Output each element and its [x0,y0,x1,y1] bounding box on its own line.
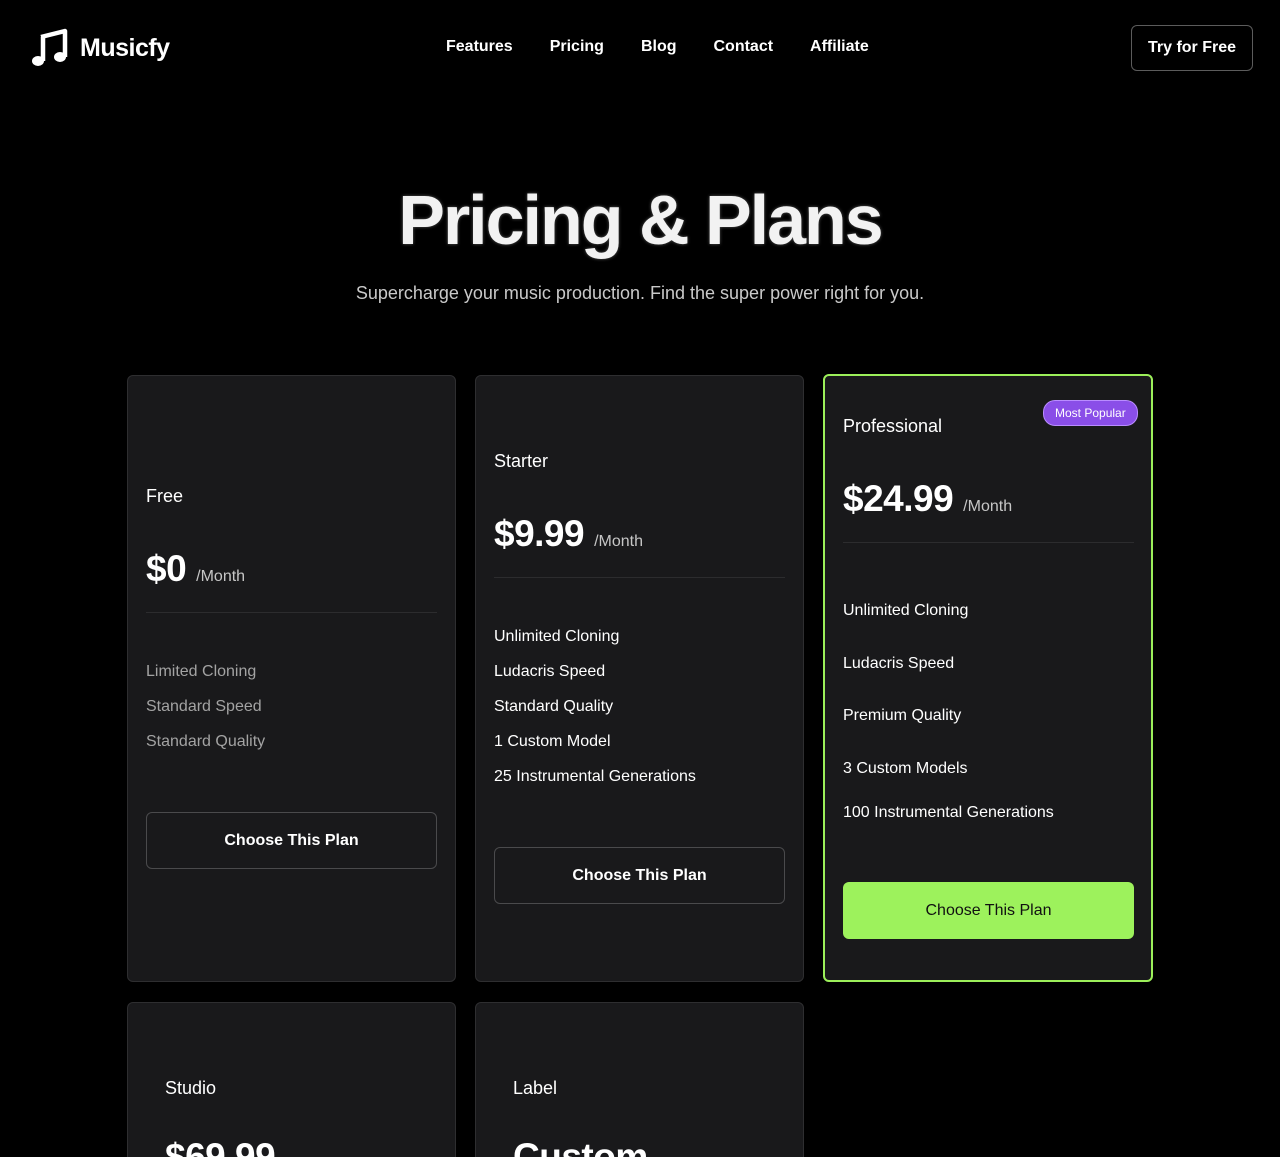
divider [843,542,1134,543]
plan-price-row: $9.99 /Month [494,513,643,555]
brand-logo[interactable]: Musicfy [30,28,170,68]
feature-list: Unlimited Cloning Ludacris Speed Standar… [494,628,696,803]
plan-price: $24.99 [843,478,954,519]
nav-features[interactable]: Features [446,38,513,56]
nav-affiliate[interactable]: Affiliate [810,38,869,56]
feature-item: Limited Cloning [146,663,257,680]
plan-name: Label [513,1078,558,1098]
plan-name: Starter [494,451,549,471]
plan-card-studio: Studio $69.99 [127,1002,456,1157]
plan-period: /Month [196,568,246,585]
feature-item: 100 Instrumental Generations [843,804,1054,821]
plan-price-row: $0 /Month [146,548,245,590]
plan-price: $9.99 [494,513,585,554]
feature-item: Unlimited Cloning [494,628,620,645]
plan-name: Free [146,486,184,506]
feature-item: Premium Quality [843,707,962,724]
music-note-icon [30,28,70,68]
plan-card-starter: Starter $9.99 /Month Unlimited Cloning L… [475,375,804,982]
feature-item: Ludacris Speed [843,655,955,672]
feature-item: Standard Quality [146,733,266,750]
feature-item: Standard Speed [146,698,262,715]
plan-price-row: $69.99 [165,1136,276,1157]
feature-item: Standard Quality [494,698,614,715]
plan-period: /Month [963,498,1013,515]
plan-name: Professional [843,416,943,436]
divider [494,577,785,578]
page-title: Pricing & Plans [398,181,883,259]
try-for-free-button[interactable]: Try for Free [1131,25,1253,71]
feature-item: 1 Custom Model [494,733,611,750]
most-popular-badge: Most Popular [1043,400,1138,426]
nav-contact[interactable]: Contact [713,38,773,56]
plan-price: Custom [513,1136,648,1157]
nav-pricing[interactable]: Pricing [550,38,604,56]
plan-price-row: $24.99 /Month [843,478,1012,520]
choose-plan-button[interactable]: Choose This Plan [146,812,437,869]
plan-price: $69.99 [165,1136,276,1157]
plan-period: /Month [594,533,644,550]
pricing-page: Musicfy Features Pricing Blog Contact Af… [0,0,1280,1157]
plan-price: $0 [146,548,187,589]
nav-blog[interactable]: Blog [641,38,677,56]
feature-item: Unlimited Cloning [843,602,969,619]
site-header: Musicfy Features Pricing Blog Contact Af… [0,0,1280,96]
plan-card-label: Label Custom [475,1002,804,1157]
feature-item: 25 Instrumental Generations [494,768,696,785]
plan-card-free: Free $0 /Month Limited Cloning Standard … [127,375,456,982]
divider [146,612,437,613]
main-nav: Features Pricing Blog Contact Affiliate [446,38,906,56]
choose-plan-button[interactable]: Choose This Plan [494,847,785,904]
brand-name: Musicfy [80,33,170,62]
plan-card-professional: Most Popular Professional $24.99 /Month … [823,374,1153,982]
feature-item: 3 Custom Models [843,760,968,777]
plan-name: Studio [165,1078,217,1098]
plan-price-row: Custom [513,1136,648,1157]
page-subtitle: Supercharge your music production. Find … [355,283,925,303]
feature-list: Unlimited Cloning Ludacris Speed Premium… [843,602,1054,839]
choose-plan-button[interactable]: Choose This Plan [843,882,1134,939]
feature-item: Ludacris Speed [494,663,606,680]
feature-list: Limited Cloning Standard Speed Standard … [146,663,265,768]
